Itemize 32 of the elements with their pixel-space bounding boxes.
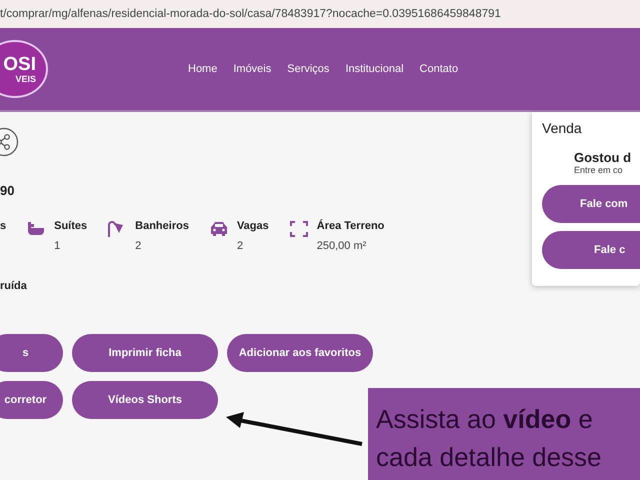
car-icon (208, 220, 229, 238)
card-title: Venda (542, 120, 583, 136)
feature-label: s (0, 220, 6, 232)
card-heading: Gostou d (574, 150, 632, 165)
feature-label: Suítes (54, 220, 88, 232)
card-subtext: Entre em co (574, 165, 624, 175)
action-button[interactable]: Vídeos Shorts (72, 381, 218, 419)
nav-link[interactable]: Serviços (287, 63, 330, 75)
feature-label: Área Terreno (316, 220, 384, 232)
address-bar[interactable]: t/comprar/mg/alfenas/residencial-morada-do-sol/casa/78483917?nocache=0.03951686459848791 (0, 0, 640, 28)
feature-value: 2 (135, 240, 142, 252)
feature-value: 250,00 m² (316, 240, 368, 252)
feature-label: Vagas (236, 220, 269, 232)
nav-link[interactable]: Home (188, 63, 218, 75)
contact-button[interactable]: Fale com (542, 185, 640, 223)
status-text: ruída (0, 280, 28, 292)
feature-value: 1 (54, 240, 62, 252)
contact-button[interactable]: Fale c (542, 231, 640, 269)
action-button[interactable]: s (0, 334, 63, 372)
nav-link[interactable]: Imóveis (233, 63, 272, 75)
action-button[interactable]: Adicionar aos favoritos (227, 334, 373, 372)
expand-icon (288, 220, 309, 238)
callout-text: Assista ao vídeo e cada detalhe desse (368, 388, 640, 480)
action-button[interactable]: corretor (0, 381, 63, 419)
feature-label: Banheiros (135, 220, 189, 232)
feature-value: 2 (236, 240, 244, 252)
logo[interactable]: OSI VEIS (0, 40, 48, 98)
bathtub-icon (26, 220, 46, 238)
price-text: 90 (0, 183, 16, 198)
nav-link[interactable]: Contato (420, 63, 458, 75)
nav-link[interactable]: Institucional (345, 63, 404, 75)
action-button[interactable]: Imprimir ficha (72, 334, 218, 372)
